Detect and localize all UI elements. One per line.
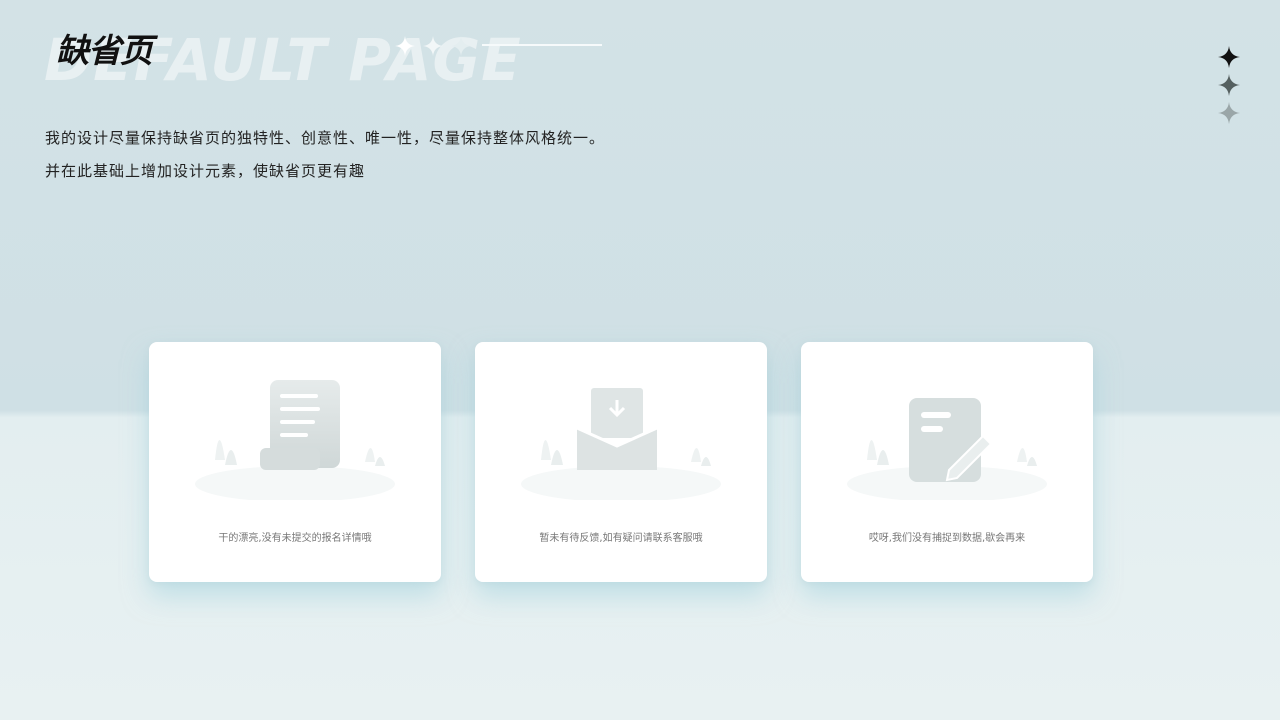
description: 我的设计尽量保持缺省页的独特性、创意性、唯一性，尽量保持整体风格统一。 并在此基… [45, 122, 605, 188]
side-sparkles [1218, 46, 1240, 130]
sparkle-icon [451, 36, 471, 56]
card-caption: 干的漂亮,没有未提交的报名详情哦 [218, 533, 372, 544]
card-caption: 哎呀,我们没有捕捉到数据,歇会再来 [868, 533, 1026, 544]
sparkle-icon [395, 36, 415, 56]
sparkle-icon [423, 36, 443, 56]
decorative-line [482, 44, 602, 46]
scroll-document-icon [195, 380, 395, 500]
empty-state-card-feedback: 暂未有待反馈,如有疑问请联系客服哦 [475, 342, 767, 582]
page-title: 缺省页 [56, 31, 153, 70]
sparkle-icon [1218, 74, 1240, 96]
sparkle-icon [1218, 46, 1240, 68]
sparkle-icon [1218, 102, 1240, 124]
card-caption: 暂未有待反馈,如有疑问请联系客服哦 [539, 533, 703, 544]
description-line-1: 我的设计尽量保持缺省页的独特性、创意性、唯一性，尽量保持整体风格统一。 [45, 129, 606, 147]
empty-state-card-no-data: 哎呀,我们没有捕捉到数据,歇会再来 [801, 342, 1093, 582]
page-header: DEFAULT PAGE 缺省页 我的设计尽量保持缺省页的独特性、创意性、唯一性… [0, 0, 1280, 200]
sparkle-row [395, 36, 471, 56]
description-line-2: 并在此基础上增加设计元素，使缺省页更有趣 [45, 162, 366, 180]
empty-state-card-submissions: 干的漂亮,没有未提交的报名详情哦 [149, 342, 441, 582]
mail-download-icon [521, 388, 721, 500]
note-edit-icon [847, 398, 1047, 500]
